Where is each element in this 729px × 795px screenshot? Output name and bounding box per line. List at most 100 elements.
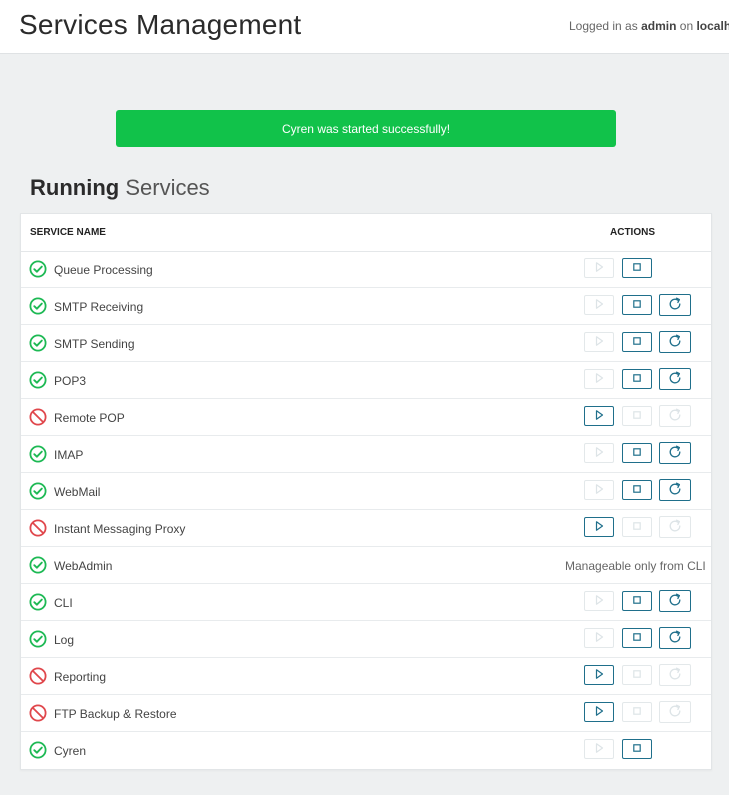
stop-button[interactable] [622, 295, 652, 315]
stop-square-icon [631, 668, 643, 683]
no-entry-icon [29, 519, 47, 537]
page-title: Services Management [19, 9, 302, 40]
start-button[interactable] [584, 332, 614, 352]
refresh-icon [667, 333, 683, 352]
stop-square-icon [631, 705, 643, 720]
start-button[interactable] [584, 295, 614, 315]
check-circle-icon [29, 482, 47, 500]
restart-button[interactable] [659, 405, 691, 427]
play-icon [593, 261, 605, 276]
stop-square-icon [631, 298, 643, 313]
refresh-icon [667, 666, 683, 685]
stop-button[interactable] [622, 369, 652, 389]
start-button[interactable] [584, 369, 614, 389]
stop-button[interactable] [622, 739, 652, 759]
stop-button[interactable] [622, 517, 652, 537]
table-header: SERVICE NAME ACTIONS [21, 214, 711, 252]
login-info: Logged in as admin on localhost [569, 19, 729, 33]
stop-square-icon [631, 631, 643, 646]
play-icon [593, 742, 605, 757]
stop-button[interactable] [622, 628, 652, 648]
check-circle-icon [29, 741, 47, 759]
service-name: Log [54, 633, 75, 647]
stop-square-icon [631, 372, 643, 387]
no-entry-icon [29, 408, 47, 426]
table-row: SMTP Sending [21, 325, 711, 362]
restart-button[interactable] [659, 294, 691, 316]
service-name: Remote POP [54, 411, 125, 425]
start-button[interactable] [584, 702, 614, 722]
play-icon [593, 594, 605, 609]
stop-square-icon [631, 483, 643, 498]
start-button[interactable] [584, 406, 614, 426]
restart-button[interactable] [659, 479, 691, 501]
section-title: Running Services [30, 175, 210, 201]
stop-button[interactable] [622, 480, 652, 500]
services-table: SERVICE NAME ACTIONS Queue Processing SMT… [20, 213, 712, 770]
start-button[interactable] [584, 591, 614, 611]
start-button[interactable] [584, 258, 614, 278]
service-name: Queue Processing [54, 263, 153, 277]
stop-square-icon [631, 742, 643, 757]
stop-button[interactable] [622, 443, 652, 463]
section-title-strong: Running [30, 175, 120, 200]
login-host: localhost [696, 19, 729, 33]
restart-button[interactable] [659, 442, 691, 464]
table-row: WebAdmin Manageable only from CLI [21, 547, 711, 584]
start-button[interactable] [584, 480, 614, 500]
start-button[interactable] [584, 517, 614, 537]
table-row: Queue Processing [21, 251, 711, 288]
restart-button[interactable] [659, 516, 691, 538]
play-icon [593, 483, 605, 498]
service-name: CLI [54, 596, 73, 610]
check-circle-icon [29, 371, 47, 389]
refresh-icon [667, 444, 683, 463]
restart-button[interactable] [659, 590, 691, 612]
check-circle-icon [29, 630, 47, 648]
restart-button[interactable] [659, 627, 691, 649]
play-icon [593, 705, 605, 720]
start-button[interactable] [584, 443, 614, 463]
table-row: Log [21, 621, 711, 658]
check-circle-icon [29, 297, 47, 315]
service-name: SMTP Sending [54, 337, 135, 351]
table-row: Instant Messaging Proxy [21, 510, 711, 547]
play-icon [593, 372, 605, 387]
stop-button[interactable] [622, 591, 652, 611]
restart-button[interactable] [659, 664, 691, 686]
refresh-icon [667, 296, 683, 315]
play-icon [593, 298, 605, 313]
play-icon [593, 446, 605, 461]
stop-button[interactable] [622, 665, 652, 685]
service-name: Cyren [54, 744, 87, 758]
table-row: Remote POP [21, 399, 711, 436]
stop-button[interactable] [622, 332, 652, 352]
table-row: POP3 [21, 362, 711, 399]
stop-button[interactable] [622, 258, 652, 278]
check-circle-icon [29, 593, 47, 611]
refresh-icon [667, 592, 683, 611]
column-header-actions: ACTIONS [610, 227, 655, 238]
restart-button[interactable] [659, 368, 691, 390]
success-alert: Cyren was started successfully! [116, 110, 616, 147]
start-button[interactable] [584, 739, 614, 759]
stop-square-icon [631, 409, 643, 424]
service-name: SMTP Receiving [54, 300, 144, 314]
play-icon [593, 668, 605, 683]
start-button[interactable] [584, 665, 614, 685]
start-button[interactable] [584, 628, 614, 648]
restart-button[interactable] [659, 701, 691, 723]
service-name: Instant Messaging Proxy [54, 522, 186, 536]
service-name: POP3 [54, 374, 87, 388]
restart-button[interactable] [659, 331, 691, 353]
stop-button[interactable] [622, 406, 652, 426]
table-row: CLI [21, 584, 711, 621]
column-header-service-name: SERVICE NAME [30, 227, 106, 238]
check-circle-icon [29, 556, 47, 574]
stop-button[interactable] [622, 702, 652, 722]
service-name: FTP Backup & Restore [54, 707, 177, 721]
stop-square-icon [631, 446, 643, 461]
play-icon [593, 631, 605, 646]
service-name: WebAdmin [54, 559, 113, 573]
check-circle-icon [29, 334, 47, 352]
